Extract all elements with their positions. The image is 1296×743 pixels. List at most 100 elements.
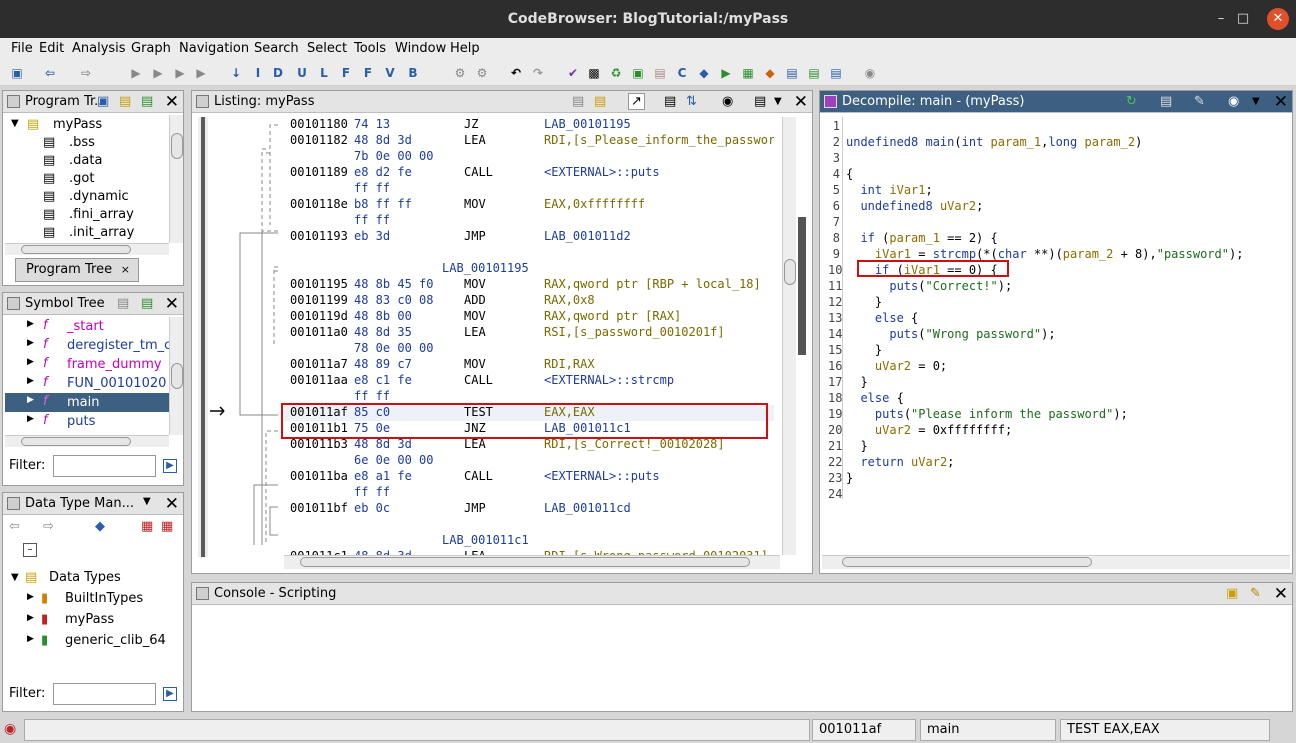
table-icon[interactable]: ▤	[784, 65, 800, 81]
operand[interactable]: LAB_00101195	[544, 117, 631, 131]
folder-icon[interactable]: ▤	[652, 65, 668, 81]
copy-icon[interactable]: ▤	[1160, 94, 1172, 109]
back-icon[interactable]: ⇦	[9, 519, 20, 534]
expand-icon[interactable]: ▼	[11, 572, 19, 583]
refresh-icon[interactable]: ↻	[1126, 94, 1137, 109]
copy-icon[interactable]: ▤	[141, 296, 153, 311]
next-data-icon[interactable]: D	[270, 65, 286, 81]
expand-icon[interactable]: ▶	[27, 376, 34, 386]
symbol-item[interactable]: frame_dummy	[67, 357, 162, 372]
filter-options-icon[interactable]: ▶	[163, 459, 177, 473]
code-line[interactable]: {	[846, 167, 853, 181]
listing-row[interactable]: 6e 0e 00 00	[284, 453, 774, 469]
code-line[interactable]: }	[846, 439, 867, 453]
tree-root[interactable]: myPass	[53, 117, 102, 132]
snapshot-icon[interactable]: ◉	[722, 94, 733, 109]
code-line[interactable]: uVar2 = 0xffffffff;	[846, 423, 1012, 437]
vertical-scrollbar[interactable]	[169, 317, 183, 435]
listing-label-row[interactable]: LAB_00101195	[284, 261, 774, 277]
data-type-item[interactable]: generic_clib_64	[65, 633, 166, 648]
listing-row[interactable]: ff ff	[284, 181, 774, 197]
operand[interactable]: RAX,0x8	[544, 293, 595, 307]
expand-icon[interactable]: ▶	[27, 592, 34, 602]
next-undefined-icon[interactable]: U	[294, 65, 310, 81]
menu-edit[interactable]: Edit	[39, 41, 64, 56]
data-types-root[interactable]: Data Types	[49, 570, 121, 585]
listing-row[interactable]: 0010119d 48 8b 00 MOV RAX,qword ptr [RAX]	[284, 309, 774, 325]
operand[interactable]: RAX,qword ptr [RBP + local_18]	[544, 277, 761, 291]
code-line[interactable]: iVar1 = strcmp(*(char **)(param_2 + 8),"…	[846, 247, 1244, 261]
clear-console-icon[interactable]: ✎	[1250, 586, 1261, 601]
toggle-icon-2[interactable]: ⚙	[474, 65, 490, 81]
operand[interactable]: <EXTERNAL>::strcmp	[544, 373, 674, 387]
lock-icon[interactable]: ▣	[1226, 586, 1238, 601]
operand[interactable]: <EXTERNAL>::puts	[544, 469, 660, 483]
debug-icon[interactable]: ◉	[862, 65, 878, 81]
code-line[interactable]: }	[846, 295, 882, 309]
code-line[interactable]: }	[846, 343, 882, 357]
tree-item[interactable]: .bss	[69, 135, 95, 150]
copy-icon[interactable]: ▤	[572, 94, 584, 109]
symbol-item[interactable]: _start	[67, 319, 104, 334]
next-function-icon[interactable]: F	[338, 65, 354, 81]
toggle-icon-1[interactable]: ⚙	[452, 65, 468, 81]
operand[interactable]: <EXTERNAL>::puts	[544, 165, 660, 179]
lock-icon[interactable]: ▦	[141, 519, 153, 534]
tree-item[interactable]: .data	[69, 153, 102, 168]
listing-row[interactable]: 001011b3 48 8d 3d LEA RDI,[s_Correct!_00102…	[284, 437, 774, 453]
filter-icon[interactable]: ◆	[95, 519, 105, 534]
horizontal-scrollbar[interactable]	[5, 243, 169, 255]
run-icon[interactable]: ▶	[718, 65, 734, 81]
menu-analysis[interactable]: Analysis	[72, 41, 126, 56]
menu-search[interactable]: Search	[254, 41, 299, 56]
tree-item[interactable]: .dynamic	[69, 189, 129, 204]
code-line[interactable]: puts("Correct!");	[846, 279, 1012, 293]
operand[interactable]: RAX,qword ptr [RAX]	[544, 309, 681, 323]
code-line[interactable]: }	[846, 375, 867, 389]
collapse-all-icon[interactable]: –	[23, 543, 37, 557]
expand-icon[interactable]: ▶	[27, 395, 34, 405]
code-line[interactable]: undefined8 uVar2;	[846, 199, 983, 213]
menu-navigation[interactable]: Navigation	[179, 41, 249, 56]
expand-icon[interactable]: ▶	[27, 338, 34, 348]
code-line[interactable]: }	[846, 471, 853, 485]
close-icon[interactable]: ✕	[794, 92, 808, 112]
nav-icon-3[interactable]: ▶	[172, 65, 188, 81]
operand[interactable]: RDI,[s_Please_inform_the_passwor	[544, 133, 774, 147]
next-label-icon[interactable]: L	[316, 65, 332, 81]
decompile-icon[interactable]: C	[674, 65, 690, 81]
listing-label-row[interactable]: LAB_001011c1	[284, 533, 774, 549]
open-folder-icon[interactable]: ▣	[97, 94, 109, 109]
menu-dropdown-icon[interactable]: ▼	[1252, 96, 1260, 107]
symbol-item[interactable]: FUN_00101020	[67, 376, 166, 391]
menu-window[interactable]: Window	[395, 41, 446, 56]
listing-row[interactable]: 00101195 48 8b 45 f0 MOV RAX,qword ptr [RBP…	[284, 277, 774, 293]
operand[interactable]: LAB_001011cd	[544, 501, 631, 515]
symbol-item-selected[interactable]: main	[67, 395, 99, 410]
diamond-icon[interactable]: ◆	[762, 65, 778, 81]
expand-icon[interactable]: ▶	[27, 634, 34, 644]
forward-icon[interactable]: ⇨	[78, 65, 94, 81]
paste-icon[interactable]: ▤	[594, 94, 606, 109]
code-label[interactable]: LAB_001011c1	[442, 533, 529, 547]
listing-row[interactable]: 001011aa e8 c1 fe CALL <EXTERNAL>::strcmp	[284, 373, 774, 389]
vertical-scrollbar[interactable]	[782, 117, 796, 555]
folder-icon[interactable]: ▤	[119, 94, 131, 109]
listing-row[interactable]: ff ff	[284, 485, 774, 501]
graph-icon[interactable]: ◆	[696, 65, 712, 81]
symbol-item[interactable]: deregister_tm_c	[67, 338, 169, 353]
expand-icon[interactable]: ▶	[27, 613, 34, 623]
code-line[interactable]: undefined8 main(int param_1,long param_2…	[846, 135, 1142, 149]
tree-item[interactable]: .init_array	[69, 225, 134, 240]
menu-graph[interactable]: Graph	[131, 41, 171, 56]
nav-icon-2[interactable]: ▶	[150, 65, 166, 81]
listing-row[interactable]: 78 0e 00 00	[284, 341, 774, 357]
image-icon[interactable]: ▣	[630, 65, 646, 81]
code-line[interactable]: else {	[846, 391, 903, 405]
code-label[interactable]: LAB_00101195	[442, 261, 529, 275]
listing-row[interactable]: 001011a0 48 8d 35 LEA RSI,[s_password_00102…	[284, 325, 774, 341]
operand[interactable]: LAB_001011d2	[544, 229, 631, 243]
next-address-icon[interactable]: ↓	[228, 65, 244, 81]
check-icon[interactable]: ✔	[565, 65, 581, 81]
close-icon[interactable]: ✕	[165, 92, 179, 112]
